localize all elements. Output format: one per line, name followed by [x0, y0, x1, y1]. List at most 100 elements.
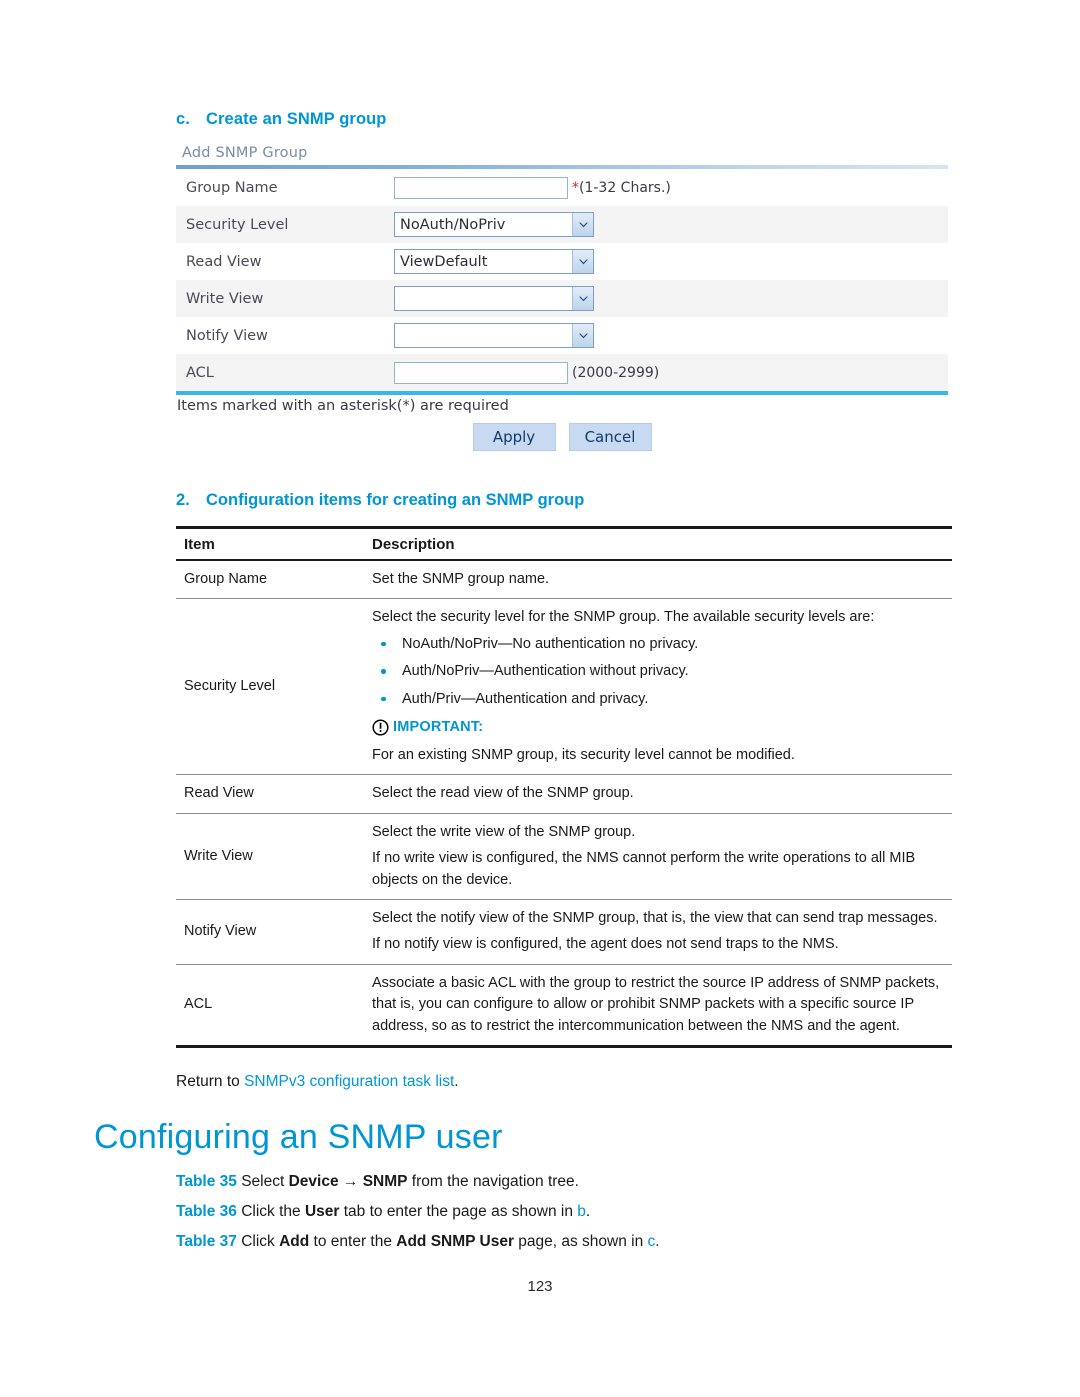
important-label: IMPORTANT:	[393, 719, 484, 736]
desc-line: If no write view is configured, the NMS …	[372, 850, 916, 888]
label-group-name: Group Name	[186, 179, 278, 196]
security-level-bullets: NoAuth/NoPriv—No authentication no priva…	[372, 634, 946, 710]
table-row: Notify View Select the notify view of th…	[176, 898, 952, 965]
page-title: Configuring an SNMP user	[94, 1118, 503, 1156]
form-row-acl: ACL (2000-2999)	[176, 354, 948, 391]
chevron-down-icon[interactable]	[572, 287, 593, 310]
row-desc-group-name: Set the SNMP group name.	[364, 560, 952, 599]
step-text: Select	[236, 1173, 289, 1190]
table-caption: 2. Configuration items for creating an SN…	[176, 491, 956, 510]
apply-button[interactable]: Apply	[472, 423, 556, 451]
list-item: Table 36 Click the User tab to enter the…	[176, 1197, 966, 1227]
step-bold-user: User	[304, 1203, 340, 1221]
step-text: Click the	[236, 1203, 305, 1221]
steps-list: Table 35 Select Device → SNMP from the n…	[176, 1167, 966, 1258]
header-description: Description	[364, 527, 952, 561]
list-item: NoAuth/NoPriv—No authentication no priva…	[372, 634, 946, 655]
desc-line: Select the write view of the SNMP group.	[372, 823, 636, 840]
step-bold-add-snmp-user: Add SNMP User	[396, 1233, 514, 1251]
list-item: Table 37 Click Add to enter the Add SNMP…	[176, 1227, 966, 1257]
list-item: Table 35 Select Device → SNMP from the n…	[176, 1167, 966, 1197]
step-heading-c: c. Create an SNMP group	[176, 110, 956, 129]
desc-line: Select the notify view of the SNMP group…	[372, 909, 938, 926]
write-view-select[interactable]	[394, 286, 594, 311]
exclamation-circle-icon	[372, 719, 389, 737]
return-to-line: Return to SNMPv3 configuration task list…	[176, 1073, 459, 1091]
notify-view-select[interactable]	[394, 323, 594, 348]
step-text: page, as shown in	[513, 1233, 648, 1251]
label-read-view: Read View	[186, 253, 262, 270]
row-item-security-level: Security Level	[176, 598, 364, 775]
list-item: Auth/NoPriv—Authentication without priva…	[372, 661, 946, 682]
form-row-group-name: Group Name *(1-32 Chars.)	[176, 169, 948, 206]
row-item-group-name: Group Name	[184, 571, 268, 587]
document-page: c. Create an SNMP group Add SNMP Group Gr…	[0, 0, 1080, 1397]
row-desc-acl: Associate a basic ACL with the group to …	[364, 963, 952, 1047]
panel-title: Add SNMP Group	[182, 145, 308, 161]
row-item-write-view: Write View	[176, 812, 364, 900]
configuration-items-table: Item Description Group Name Set the SNMP…	[176, 526, 952, 1049]
return-prefix: Return to	[176, 1073, 245, 1090]
desc-line: Associate a basic ACL with the group to …	[372, 974, 940, 1034]
form-actions: Apply Cancel	[176, 414, 948, 461]
important-notice: IMPORTANT:	[372, 717, 946, 738]
row-desc-read-view: Select the read view of the SNMP group.	[364, 774, 952, 814]
arrow-glyph: →	[338, 1173, 363, 1190]
step-number: Table 36	[176, 1203, 237, 1221]
chevron-down-icon[interactable]	[572, 250, 593, 273]
required-asterisk: *	[572, 179, 579, 196]
form-row-security-level: Security Level NoAuth/NoPriv	[176, 206, 948, 243]
group-name-input[interactable]	[394, 176, 568, 199]
chevron-down-icon[interactable]	[572, 213, 593, 236]
step-text: Click	[236, 1233, 280, 1251]
row-item-read-view: Read View	[176, 774, 364, 814]
table-header-row: Item Description	[176, 527, 952, 561]
read-view-value: ViewDefault	[400, 253, 488, 270]
snmp-group-form: Group Name *(1-32 Chars.) Security Level…	[176, 169, 948, 395]
label-write-view: Write View	[186, 290, 264, 307]
table-caption-marker: 2.	[176, 491, 190, 509]
row-item-acl: ACL	[176, 963, 364, 1047]
form-row-notify-view: Notify View	[176, 317, 948, 354]
table-caption-title: Configuration items for creating an SNMP…	[206, 491, 585, 509]
page-number: 123	[527, 1278, 553, 1295]
step-title: Create an SNMP group	[206, 110, 387, 128]
row-desc-notify-view: Select the notify view of the SNMP group…	[364, 898, 952, 965]
desc-line: If no notify view is configured, the age…	[372, 936, 839, 953]
cancel-button[interactable]: Cancel	[568, 423, 652, 451]
table-row: Read View Select the read view of the SN…	[176, 774, 952, 814]
step-text: .	[655, 1233, 660, 1251]
snmpv3-task-list-link[interactable]: SNMPv3 configuration task list	[244, 1073, 454, 1090]
step-text: from the navigation tree.	[407, 1173, 579, 1190]
group-name-hint-text: (1-32 Chars.)	[579, 179, 671, 196]
security-level-value: NoAuth/NoPriv	[400, 216, 506, 233]
form-row-write-view: Write View	[176, 280, 948, 317]
label-security-level: Security Level	[186, 216, 289, 233]
group-name-hint: *(1-32 Chars.)	[572, 180, 671, 196]
chevron-down-icon[interactable]	[572, 324, 593, 347]
step-bold-device: Device	[288, 1173, 339, 1190]
step-text: to enter the	[309, 1233, 397, 1251]
add-snmp-group-panel: Add SNMP Group Group Name *(1-32 Chars.)…	[176, 143, 948, 461]
read-view-select[interactable]: ViewDefault	[394, 249, 594, 274]
required-fields-note: Items marked with an asterisk(*) are req…	[177, 398, 509, 414]
table-row: Security Level Select the security level…	[176, 598, 952, 775]
security-level-select[interactable]: NoAuth/NoPriv	[394, 212, 594, 237]
desc-line: Set the SNMP group name.	[372, 571, 550, 587]
label-notify-view: Notify View	[186, 327, 268, 344]
step-marker: c.	[176, 110, 190, 128]
step-text: tab to enter the page as shown in	[339, 1203, 578, 1221]
step-bold-add: Add	[279, 1233, 310, 1251]
step-bold-snmp: SNMP	[362, 1173, 408, 1190]
form-row-read-view: Read View ViewDefault	[176, 243, 948, 280]
label-acl: ACL	[186, 364, 214, 381]
step-number: Table 37	[176, 1233, 237, 1251]
table-row: Group Name Set the SNMP group name.	[176, 560, 952, 599]
acl-input[interactable]	[394, 361, 568, 384]
step-number: Table 35	[176, 1173, 237, 1190]
row-desc-security-level: Select the security level for the SNMP g…	[364, 598, 952, 775]
figure-ref-b[interactable]: b	[577, 1203, 586, 1220]
return-suffix: .	[454, 1073, 459, 1090]
row-desc-write-view: Select the write view of the SNMP group.…	[364, 812, 952, 900]
header-item: Item	[176, 527, 364, 561]
